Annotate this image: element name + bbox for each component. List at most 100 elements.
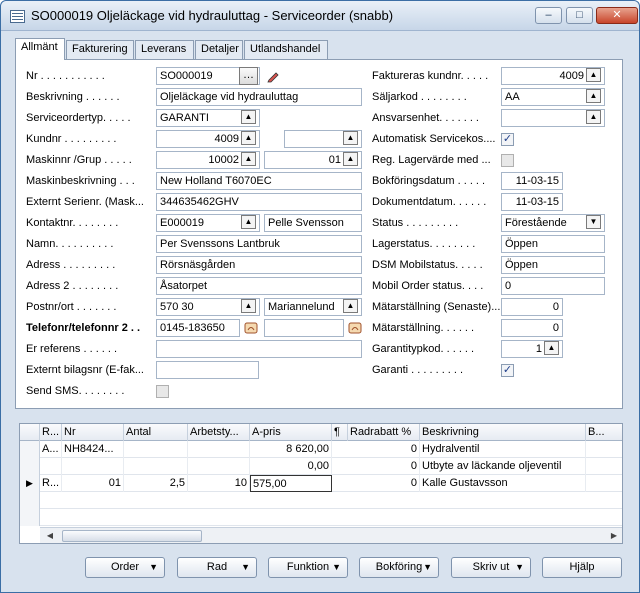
garantitypkod-lookup-icon[interactable]: ▲ [544, 341, 559, 355]
cell-beskrivning[interactable]: Hydralventil [420, 441, 586, 458]
ansvarsenhet-lookup-icon[interactable]: ▲ [586, 110, 601, 124]
cell-nr[interactable]: 01 [62, 475, 124, 492]
namn-field[interactable]: Per Svenssons Lantbruk [156, 235, 362, 253]
mobil-order-status-field[interactable]: 0 [501, 277, 605, 295]
kontakt-namn-field[interactable]: Pelle Svensson [264, 214, 362, 232]
row-marker[interactable] [20, 492, 40, 509]
cell-antal[interactable]: 2,5 [124, 475, 188, 492]
telefon-field[interactable]: 0145-183650 [156, 319, 240, 337]
postnr-lookup-icon[interactable]: ▲ [241, 299, 256, 313]
cell-antal[interactable] [124, 458, 188, 475]
scroll-right-icon[interactable]: ▶ [606, 529, 622, 543]
reg-lagervarde-checkbox[interactable] [501, 154, 514, 167]
row-marker[interactable] [20, 441, 40, 458]
tab-leverans[interactable]: Leverans [135, 40, 194, 59]
table-row[interactable]: 0,00 0 Utbyte av läckande oljeventil [20, 458, 622, 475]
row-marker[interactable] [20, 458, 40, 475]
bokforingsdatum-field[interactable]: 11-03-15 [501, 172, 563, 190]
kontaktnr-lookup-icon[interactable]: ▲ [241, 215, 256, 229]
cell-nr[interactable] [62, 458, 124, 475]
serviceordertyp-lookup-icon[interactable]: ▲ [241, 110, 256, 124]
matarstallning-senaste-field[interactable]: 0 [501, 298, 563, 316]
telefon2-field[interactable] [264, 319, 344, 337]
send-sms-checkbox[interactable] [156, 385, 169, 398]
beskrivning-field[interactable]: Oljeläckage vid hydrauluttag [156, 88, 362, 106]
kundnr-lookup-icon[interactable]: ▲ [241, 131, 256, 145]
externt-bilagsnr-field[interactable] [156, 361, 259, 379]
kundnr2-lookup-icon[interactable]: ▲ [343, 131, 358, 145]
col-header-pilcrow[interactable]: ¶ [332, 424, 348, 441]
cell-apris[interactable]: 8 620,00 [250, 441, 332, 458]
saljarkod-lookup-icon[interactable]: ▲ [586, 89, 601, 103]
garanti-checkbox[interactable]: ✓ [501, 364, 514, 377]
maskinbeskrivning-field[interactable]: New Holland T6070EC [156, 172, 362, 190]
cell-arbetstyp[interactable]: 10 [188, 475, 250, 492]
cell-nr[interactable]: NH8424... [62, 441, 124, 458]
col-header-antal[interactable]: Antal [124, 424, 188, 441]
ort-lookup-icon[interactable]: ▲ [343, 299, 358, 313]
adress-field[interactable]: Rörsnäsgården [156, 256, 362, 274]
col-header-beskrivning[interactable]: Beskrivning [420, 424, 586, 441]
cell-radrabatt[interactable]: 0 [348, 441, 420, 458]
scroll-left-icon[interactable]: ◀ [42, 529, 58, 543]
er-referens-field[interactable] [156, 340, 362, 358]
automatisk-servicekos-label: Automatisk Servicekos.... [372, 133, 496, 145]
tab-detaljer[interactable]: Detaljer [195, 40, 243, 59]
pencil-icon[interactable] [266, 69, 280, 83]
maskinnr-lookup-icon[interactable]: ▲ [241, 152, 256, 166]
cell-arbetstyp[interactable] [188, 441, 250, 458]
col-header-radrabatt[interactable]: Radrabatt % [348, 424, 420, 441]
col-header-apris[interactable]: A-pris [250, 424, 332, 441]
table-row[interactable] [20, 492, 622, 509]
col-header-arbetstyp[interactable]: Arbetsty... [188, 424, 250, 441]
bokforing-menu-button[interactable]: Bokföring ▼ [359, 557, 439, 578]
externt-serienr-field[interactable]: 344635462GHV [156, 193, 362, 211]
horizontal-scrollbar[interactable]: ◀ ▶ [40, 527, 622, 543]
col-header-nr[interactable]: Nr [62, 424, 124, 441]
dsm-mobilstatus-field[interactable]: Öppen [501, 256, 605, 274]
cell-r[interactable]: R... [40, 475, 62, 492]
phone-icon[interactable] [244, 321, 258, 335]
chevron-down-icon[interactable]: ▼ [586, 215, 601, 229]
tab-fakturering[interactable]: Fakturering [66, 40, 134, 59]
maximize-button[interactable]: □ [566, 7, 593, 24]
matarstallning-field[interactable]: 0 [501, 319, 563, 337]
grupp-lookup-icon[interactable]: ▲ [343, 152, 358, 166]
minimize-button[interactable]: – [535, 7, 562, 24]
lagerstatus-field[interactable]: Öppen [501, 235, 605, 253]
row-marker[interactable] [20, 509, 40, 526]
automatisk-servicekos-checkbox[interactable]: ✓ [501, 133, 514, 146]
tab-utlandshandel[interactable]: Utlandshandel [244, 40, 328, 59]
col-header-b[interactable]: B... [586, 424, 622, 441]
cell-arbetstyp[interactable] [188, 458, 250, 475]
tab-allmant[interactable]: Allmänt [15, 38, 65, 60]
funktion-menu-button[interactable]: Funktion ▼ [268, 557, 348, 578]
rad-menu-button[interactable]: Rad ▼ [177, 557, 257, 578]
cell-apris-active[interactable]: 575,00 [250, 475, 332, 492]
current-row-marker[interactable]: ▶ [20, 475, 40, 492]
scroll-thumb[interactable] [62, 530, 202, 542]
close-button[interactable]: ✕ [596, 7, 638, 24]
cell-beskrivning[interactable]: Kalle Gustavsson [420, 475, 586, 492]
table-row[interactable]: A... NH8424... 8 620,00 0 Hydralventil [20, 441, 622, 458]
cell-radrabatt[interactable]: 0 [348, 475, 420, 492]
dokumentdatum-field[interactable]: 11-03-15 [501, 193, 563, 211]
title-bar[interactable]: SO000019 Oljeläckage vid hydrauluttag - … [1, 1, 639, 31]
cell-radrabatt[interactable]: 0 [348, 458, 420, 475]
table-row[interactable]: ▶ R... 01 2,5 10 575,00 0 Kalle Gustavss… [20, 475, 622, 492]
col-header-r[interactable]: R... [40, 424, 62, 441]
phone-icon[interactable] [348, 321, 362, 335]
adress2-field[interactable]: Åsatorpet [156, 277, 362, 295]
cell-apris[interactable]: 0,00 [250, 458, 332, 475]
order-menu-button[interactable]: Order ▼ [85, 557, 165, 578]
nr-assist-button[interactable]: … [239, 67, 258, 85]
cell-antal[interactable] [124, 441, 188, 458]
cell-beskrivning[interactable]: Utbyte av läckande oljeventil [420, 458, 586, 475]
faktureras-lookup-icon[interactable]: ▲ [586, 68, 601, 82]
cell-r[interactable]: A... [40, 441, 62, 458]
maskinbeskrivning-label: Maskinbeskrivning . . . [26, 175, 135, 187]
skriv-ut-menu-button[interactable]: Skriv ut ▼ [451, 557, 531, 578]
table-row[interactable] [20, 509, 622, 526]
cell-r[interactable] [40, 458, 62, 475]
help-button[interactable]: Hjälp [542, 557, 622, 578]
